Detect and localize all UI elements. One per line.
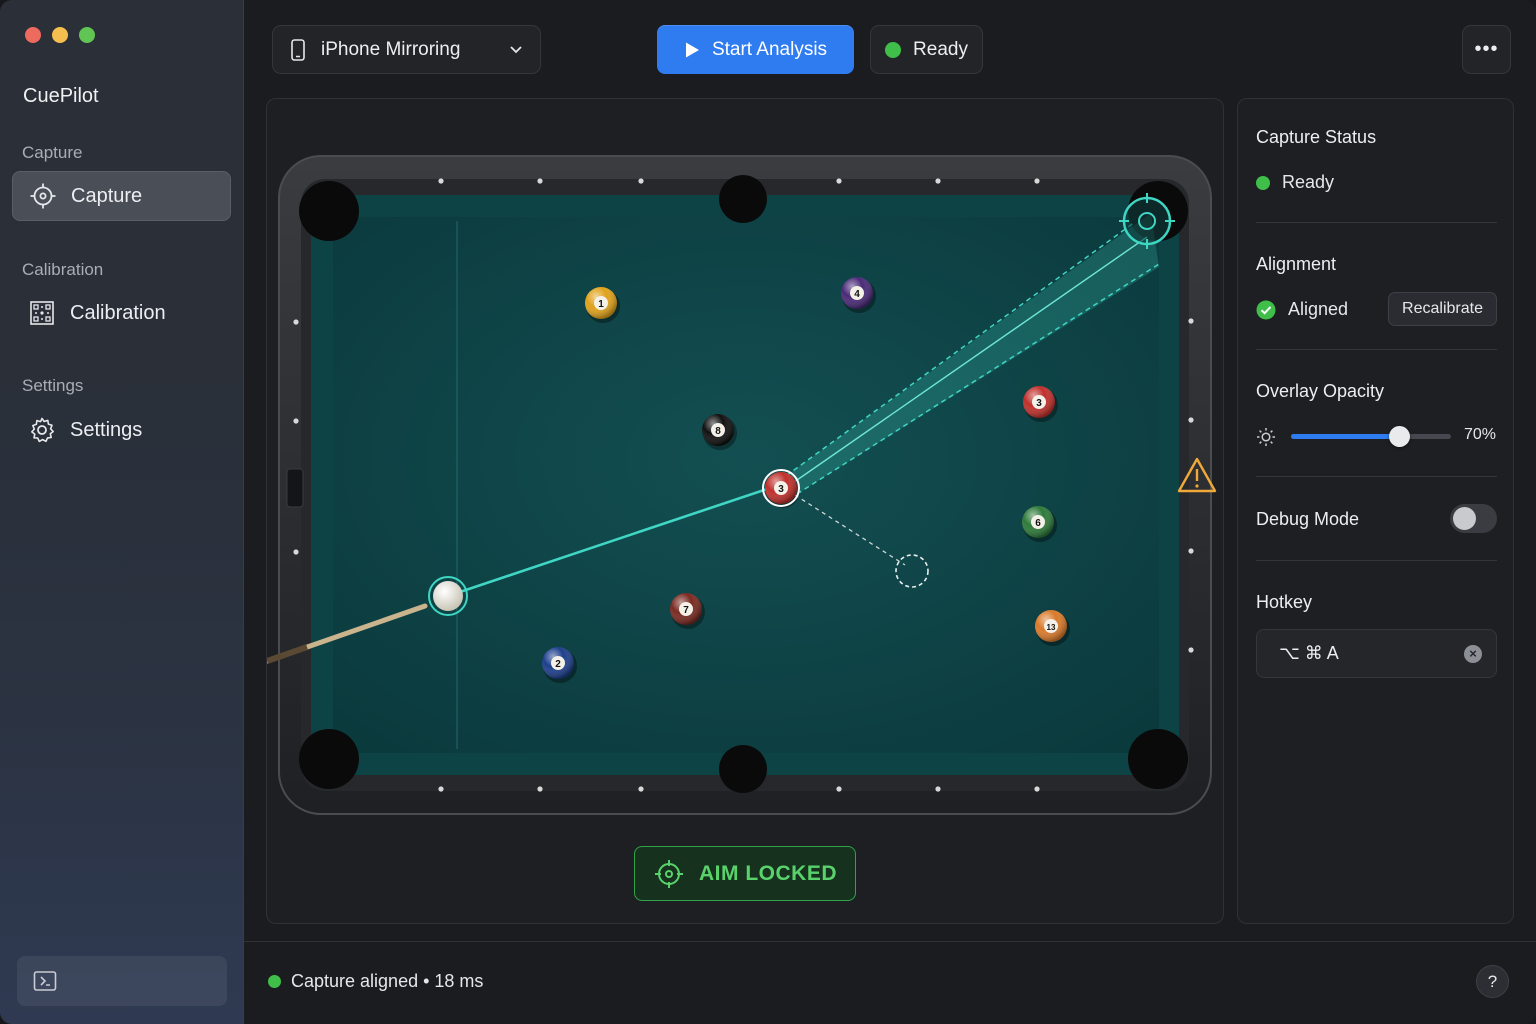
ready-status-badge: Ready <box>870 25 983 74</box>
toggle-sidebar-button[interactable] <box>17 956 227 1006</box>
cue-ball <box>428 576 468 616</box>
section-label-settings: Settings <box>22 376 84 395</box>
sidebar-item-label: Capture <box>71 184 143 207</box>
debug-mode-toggle[interactable] <box>1450 504 1497 533</box>
ball-3: 3 <box>762 469 800 508</box>
alignment-value: Aligned <box>1288 299 1349 319</box>
sidebar-item-capture[interactable]: Capture <box>12 171 231 221</box>
more-options-button[interactable]: ••• <box>1462 25 1511 74</box>
hotkey-title: Hotkey <box>1256 592 1313 612</box>
inspector-panel: Capture Status Ready Alignment Aligned R… <box>1237 98 1514 924</box>
status-dot <box>1256 175 1270 190</box>
ball-number-label: 4 <box>854 289 860 300</box>
capture-status-title: Capture Status <box>1256 127 1377 147</box>
capture-status-row: Ready <box>1256 172 1334 193</box>
minimize-window-button[interactable] <box>52 27 68 43</box>
status-message: Capture aligned • 18 ms <box>291 971 484 991</box>
alignment-title: Alignment <box>1256 254 1337 274</box>
opacity-slider-fill <box>1291 434 1399 439</box>
aim-locked-badge: AIM LOCKED <box>634 846 856 901</box>
divider <box>1256 349 1497 350</box>
debug-mode-title: Debug Mode <box>1256 509 1360 529</box>
start-analysis-button[interactable]: Start Analysis <box>657 25 854 74</box>
checkmark-circle-icon <box>1256 300 1276 319</box>
calibration-grid-icon <box>30 301 54 325</box>
status-dot <box>268 975 281 988</box>
section-label-capture: Capture <box>22 143 83 162</box>
start-analysis-label: Start Analysis <box>711 38 828 60</box>
help-icon: ? <box>1487 971 1498 991</box>
overlay-opacity-title: Overlay Opacity <box>1256 381 1385 401</box>
crosshair-icon <box>30 183 56 209</box>
app-window: CuePilot Capture Capture Calibration Cal… <box>0 0 1536 1024</box>
opacity-slider-knob[interactable] <box>1388 426 1410 447</box>
brightness-icon <box>1257 428 1275 446</box>
chevron-down-icon <box>510 46 522 54</box>
ellipsis-icon: ••• <box>1474 38 1499 60</box>
status-dot <box>885 41 902 58</box>
device-select[interactable]: iPhone Mirroring <box>272 25 541 74</box>
status-bar: Capture aligned • 18 ms ? <box>244 941 1536 1024</box>
window-controls <box>25 27 95 43</box>
ball-number-label: 2 <box>555 659 561 670</box>
phone-icon <box>291 38 305 61</box>
sidebar-item-label: Calibration <box>70 301 166 324</box>
capture-canvas[interactable]: 1 4 8 3 3 6 7 2 13 <box>266 98 1224 924</box>
ball-number-label: 6 <box>1035 518 1041 529</box>
ball-number-label: 13 <box>1047 623 1056 632</box>
ball-number-label: 1 <box>598 299 604 310</box>
section-label-calibration: Calibration <box>22 260 104 279</box>
divider <box>1256 476 1497 477</box>
clear-hotkey-button[interactable]: × <box>1464 645 1482 663</box>
play-icon <box>685 42 699 57</box>
sidebar-item-calibration[interactable]: Calibration <box>12 288 231 338</box>
pool-table-view: 1 4 8 3 3 6 7 2 13 <box>267 155 1217 815</box>
status-bar-text: Capture aligned • 18 ms <box>268 971 483 992</box>
hotkey-field[interactable]: ⌥ ⌘ A × <box>1256 629 1497 678</box>
capture-status-value: Ready <box>1282 172 1335 192</box>
sidebar-panel-icon <box>33 971 57 991</box>
opacity-slider[interactable] <box>1291 426 1451 447</box>
divider <box>1256 222 1497 223</box>
sidebar: CuePilot Capture Capture Calibration Cal… <box>0 0 244 1024</box>
hotkey-value: ⌥ ⌘ A <box>1279 643 1339 663</box>
sidebar-item-settings[interactable]: Settings <box>12 405 231 455</box>
ball-number-label: 3 <box>1036 398 1042 409</box>
sidebar-item-label: Settings <box>70 418 143 441</box>
toggle-knob <box>1453 507 1476 530</box>
close-window-button[interactable] <box>25 27 41 43</box>
gear-icon <box>31 417 54 443</box>
app-title: CuePilot <box>23 85 99 107</box>
device-select-value: iPhone Mirroring <box>321 38 461 60</box>
ready-status-label: Ready <box>913 38 968 60</box>
zoom-window-button[interactable] <box>79 27 95 43</box>
opacity-value: 70% <box>1464 426 1497 443</box>
alignment-row: Aligned <box>1256 299 1348 320</box>
target-lock-icon <box>655 859 683 888</box>
help-button[interactable]: ? <box>1476 965 1509 998</box>
divider <box>1256 560 1497 561</box>
ball-number-label: 3 <box>778 484 784 495</box>
recalibrate-button[interactable]: Recalibrate <box>1388 292 1497 326</box>
aim-locked-label: AIM LOCKED <box>699 861 837 885</box>
ball-number-label: 7 <box>683 605 689 616</box>
ball-number-label: 8 <box>715 426 721 437</box>
rail-sensor <box>286 468 304 508</box>
